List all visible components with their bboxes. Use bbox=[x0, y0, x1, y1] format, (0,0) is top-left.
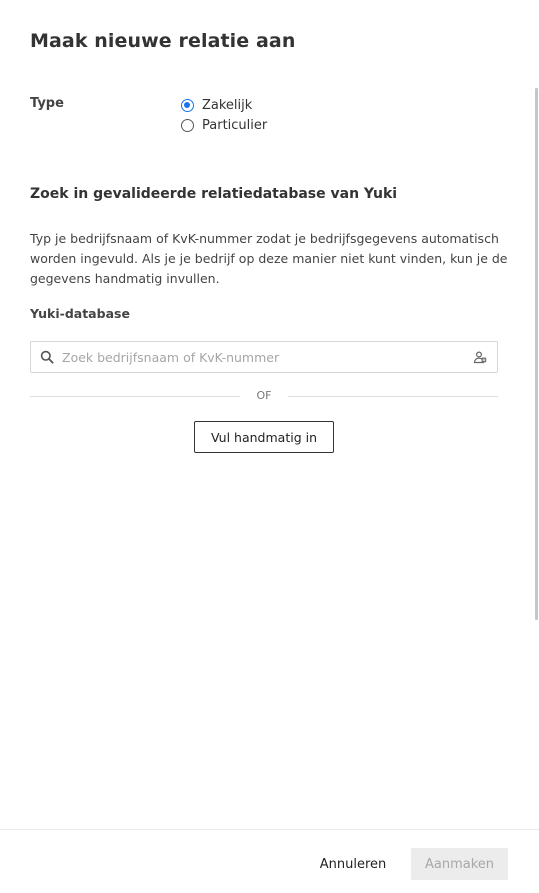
dialog-title: Maak nieuwe relatie aan bbox=[30, 30, 296, 52]
database-label: Yuki-database bbox=[30, 306, 130, 321]
or-divider: OF bbox=[30, 388, 498, 406]
lookup-description: Typ je bedrijfsnaam of KvK-nummer zodat … bbox=[30, 231, 508, 286]
type-label: Type bbox=[30, 96, 64, 111]
radio-particulier[interactable]: Particulier bbox=[181, 116, 267, 134]
search-icon bbox=[40, 350, 54, 364]
create-relation-dialog: Maak nieuwe relatie aan Type Zakelijk Pa… bbox=[0, 0, 539, 893]
divider-text: OF bbox=[256, 389, 272, 402]
contact-card-icon[interactable] bbox=[473, 350, 487, 364]
radio-zakelijk[interactable]: Zakelijk bbox=[181, 96, 252, 114]
lookup-heading: Zoek in gevalideerde relatiedatabase van… bbox=[30, 186, 398, 202]
divider-line-left bbox=[30, 396, 240, 397]
radio-label-particulier: Particulier bbox=[202, 117, 268, 133]
scrollbar[interactable] bbox=[535, 88, 538, 620]
radio-button-checked[interactable] bbox=[181, 98, 194, 112]
company-search-input[interactable] bbox=[62, 343, 473, 371]
company-search-box[interactable] bbox=[30, 341, 498, 373]
dialog-footer: Annuleren Aanmaken bbox=[0, 829, 539, 893]
fill-manually-button[interactable]: Vul handmatig in bbox=[194, 421, 334, 453]
radio-label-zakelijk: Zakelijk bbox=[202, 97, 253, 113]
radio-button-unchecked[interactable] bbox=[181, 118, 194, 132]
create-button[interactable]: Aanmaken bbox=[411, 848, 508, 880]
cancel-button[interactable]: Annuleren bbox=[308, 848, 398, 880]
scrollbar-thumb[interactable] bbox=[535, 88, 538, 620]
divider-line-right bbox=[288, 396, 498, 397]
type-field: Type Zakelijk Particulier bbox=[30, 96, 510, 140]
